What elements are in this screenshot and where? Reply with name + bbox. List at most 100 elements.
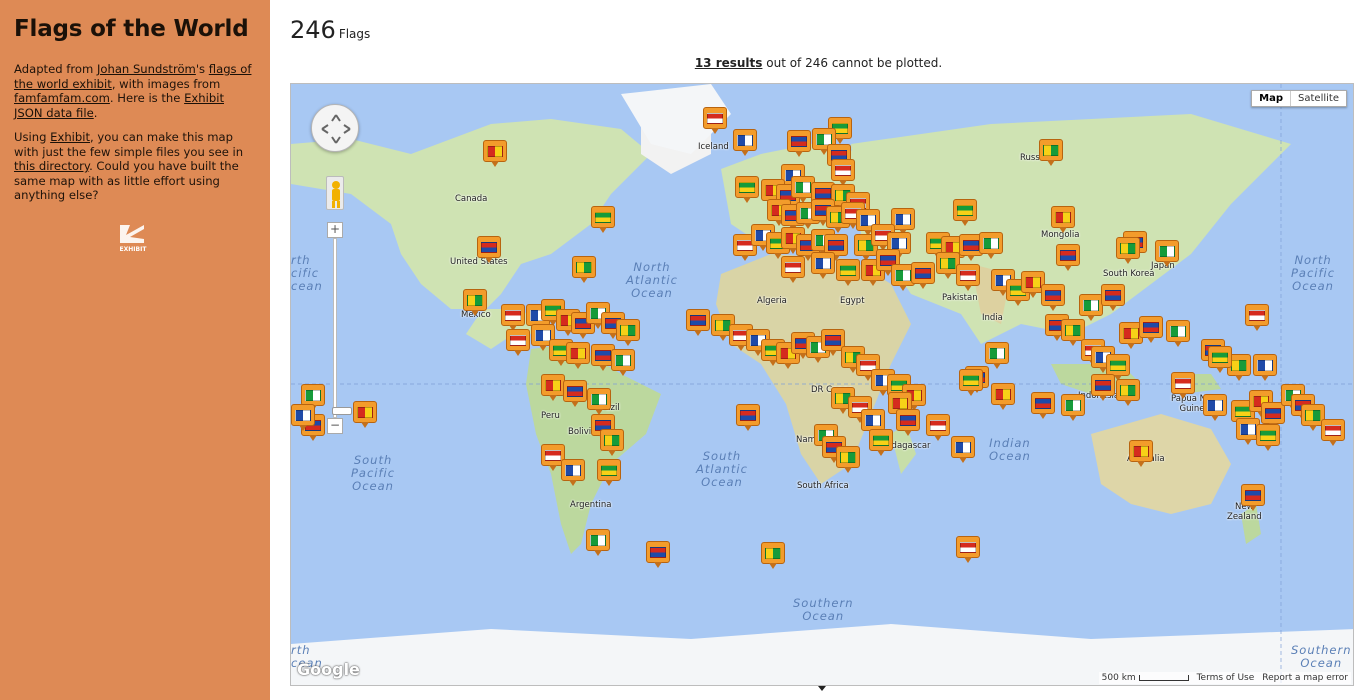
- zoom-slider-thumb[interactable]: [332, 407, 352, 415]
- flag-marker[interactable]: [991, 383, 1015, 413]
- flag-marker[interactable]: [733, 129, 757, 159]
- map-type-map-button[interactable]: Map: [1252, 91, 1292, 106]
- flag-marker[interactable]: [563, 380, 587, 410]
- flag-marker[interactable]: [1321, 419, 1345, 449]
- unplotted-results-link[interactable]: 13 results: [695, 56, 763, 70]
- flag-marker[interactable]: [591, 206, 615, 236]
- flag-marker[interactable]: [566, 342, 590, 372]
- flag-icon: [467, 295, 483, 306]
- flag-marker[interactable]: [686, 309, 710, 339]
- flag-marker[interactable]: [1256, 424, 1280, 454]
- flag-marker[interactable]: [926, 414, 950, 444]
- flag-marker[interactable]: [959, 369, 983, 399]
- report-error-link[interactable]: Report a map error: [1262, 673, 1348, 683]
- flag-marker[interactable]: [1051, 206, 1075, 236]
- flag-marker[interactable]: [541, 374, 565, 404]
- flag-marker[interactable]: [1241, 484, 1265, 514]
- place-algeria: Algeria: [757, 296, 787, 306]
- flag-marker[interactable]: [811, 252, 835, 282]
- flag-marker[interactable]: [1056, 244, 1080, 274]
- flag-marker[interactable]: [979, 232, 1003, 262]
- flag-icon: [960, 270, 976, 281]
- exhibit-logo-icon[interactable]: EXHIBIT: [114, 223, 152, 253]
- flag-icon: [576, 262, 592, 273]
- flag-marker[interactable]: [836, 259, 860, 289]
- flag-icon: [1175, 378, 1191, 389]
- flag-icon: [1240, 424, 1256, 435]
- flag-marker[interactable]: [781, 256, 805, 286]
- flag-marker[interactable]: [1203, 394, 1227, 424]
- flag-marker[interactable]: [761, 542, 785, 572]
- flag-marker[interactable]: [1041, 284, 1065, 314]
- ocean-label-south-atlantic: South Atlantic Ocean: [696, 449, 748, 489]
- scale-label: 500 km: [1102, 673, 1189, 683]
- zoom-out-button[interactable]: −: [327, 418, 343, 434]
- flag-marker[interactable]: [736, 404, 760, 434]
- flag-icon: [1035, 398, 1051, 409]
- flag-marker[interactable]: [951, 436, 975, 466]
- flag-marker[interactable]: [1245, 304, 1269, 334]
- flag-marker[interactable]: [506, 329, 530, 359]
- flag-icon: [1249, 310, 1265, 321]
- flag-icon: [895, 214, 911, 225]
- flag-marker[interactable]: [483, 140, 507, 170]
- pan-control[interactable]: [311, 104, 359, 152]
- flag-marker[interactable]: [896, 409, 920, 439]
- flag-marker[interactable]: [1139, 316, 1163, 346]
- flag-marker[interactable]: [985, 342, 1009, 372]
- flag-marker[interactable]: [1101, 284, 1125, 314]
- map-type-control: Map Satellite: [1251, 90, 1347, 107]
- flag-marker[interactable]: [291, 404, 315, 434]
- flag-marker[interactable]: [836, 446, 860, 476]
- flag-marker[interactable]: [1155, 240, 1179, 270]
- flag-marker[interactable]: [1091, 374, 1115, 404]
- street-view-pegman[interactable]: [326, 176, 344, 210]
- terms-link[interactable]: Terms of Use: [1197, 673, 1255, 683]
- directory-link[interactable]: this directory: [14, 159, 89, 173]
- flag-marker[interactable]: [1253, 354, 1277, 384]
- flag-marker[interactable]: [787, 130, 811, 160]
- map-type-satellite-button[interactable]: Satellite: [1291, 91, 1346, 106]
- flag-icon: [1095, 380, 1111, 391]
- flag-marker[interactable]: [477, 236, 501, 266]
- flag-marker[interactable]: [956, 536, 980, 566]
- zoom-in-button[interactable]: +: [327, 222, 343, 238]
- flag-marker[interactable]: [911, 262, 935, 292]
- flag-marker[interactable]: [600, 429, 624, 459]
- ocean-label-north-atlantic: North Atlantic Ocean: [626, 260, 678, 300]
- flag-marker[interactable]: [616, 319, 640, 349]
- flag-marker[interactable]: [561, 459, 585, 489]
- flag-marker[interactable]: [735, 176, 759, 206]
- flag-marker[interactable]: [956, 264, 980, 294]
- ocean-label-indian: Indian Ocean: [989, 436, 1031, 463]
- flag-marker[interactable]: [1129, 440, 1153, 470]
- flag-marker[interactable]: [463, 289, 487, 319]
- famfamfam-link[interactable]: famfamfam.com: [14, 91, 110, 105]
- expand-arrow-icon[interactable]: [818, 686, 826, 691]
- flag-marker[interactable]: [1116, 379, 1140, 409]
- flag-marker[interactable]: [1166, 320, 1190, 350]
- flag-marker[interactable]: [1039, 139, 1063, 169]
- flag-marker[interactable]: [1171, 372, 1195, 402]
- flag-marker[interactable]: [1031, 392, 1055, 422]
- exhibit-link[interactable]: Exhibit: [50, 130, 90, 144]
- flag-marker[interactable]: [953, 199, 977, 229]
- flag-icon: [1231, 360, 1247, 371]
- flag-marker[interactable]: [586, 529, 610, 559]
- johan-link[interactable]: Johan Sundström: [97, 62, 196, 76]
- flag-marker[interactable]: [353, 401, 377, 431]
- flag-marker[interactable]: [611, 349, 635, 379]
- flag-marker[interactable]: [869, 429, 893, 459]
- google-logo[interactable]: Google: [297, 660, 360, 679]
- zoom-track[interactable]: [332, 238, 352, 418]
- flag-marker[interactable]: [703, 107, 727, 137]
- world-map[interactable]: North Atlantic Ocean South Atlantic Ocean So…: [290, 83, 1354, 686]
- flag-icon: [1159, 246, 1175, 257]
- flag-marker[interactable]: [1061, 394, 1085, 424]
- flag-icon: [1212, 352, 1228, 363]
- flag-marker[interactable]: [597, 459, 621, 489]
- flag-marker[interactable]: [572, 256, 596, 286]
- flag-marker[interactable]: [1116, 237, 1140, 267]
- flag-marker[interactable]: [646, 541, 670, 571]
- flag-marker[interactable]: [1208, 346, 1232, 376]
